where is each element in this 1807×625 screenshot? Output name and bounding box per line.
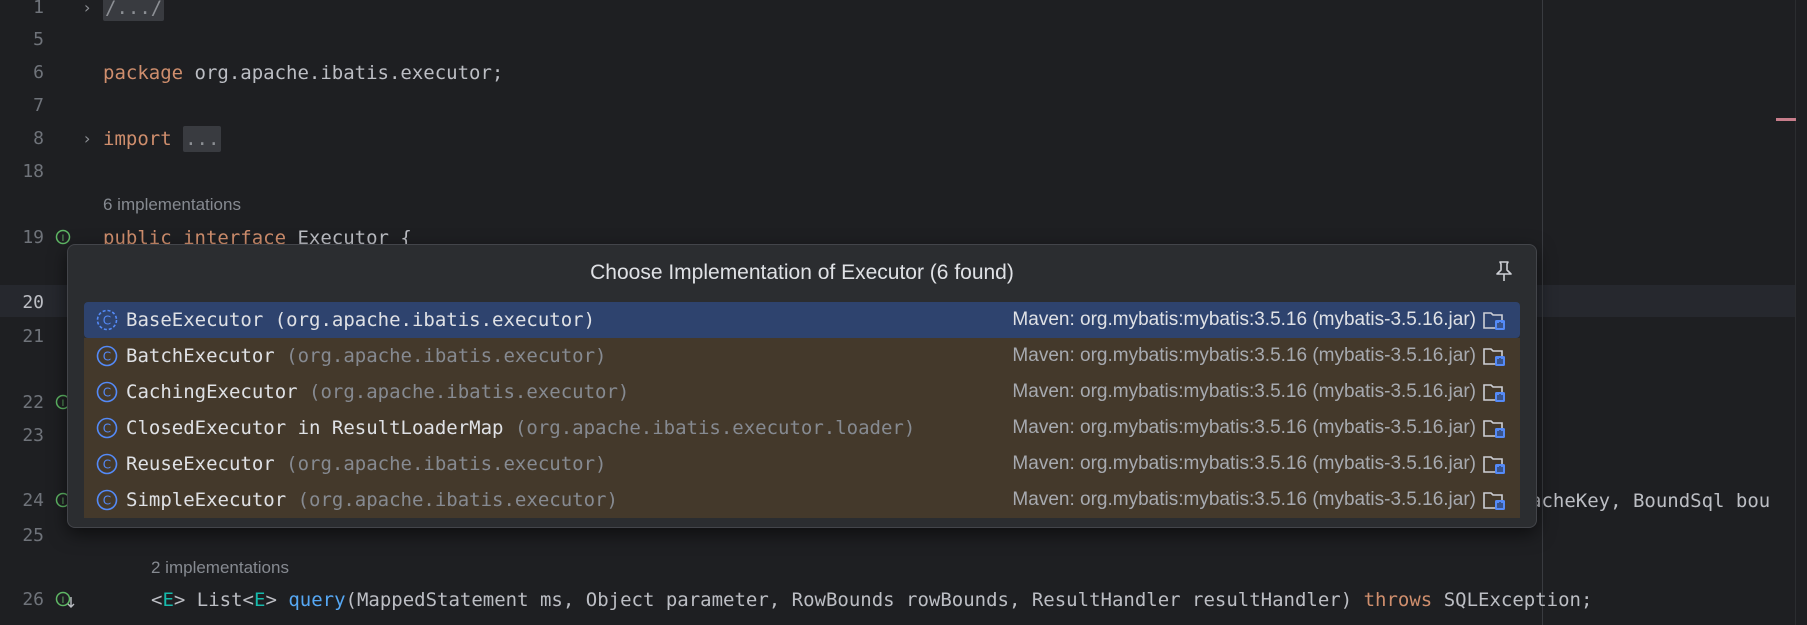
folded-region[interactable]: /.../ [103,0,165,21]
line-number: 23 [22,425,44,446]
jar-library-icon [1482,344,1508,368]
svg-text:C: C [103,422,111,436]
class-name: SimpleExecutor [126,489,287,511]
abstract-class-icon: C [96,309,118,331]
library-name: Maven: org.mybatis:mybatis:3.5.16 (mybat… [1012,381,1476,402]
list-item[interactable]: C BatchExecutor (org.apache.ibatis.execu… [84,338,1520,374]
class-name: CachingExecutor [126,381,298,403]
fold-expand-icon[interactable]: › [84,124,90,154]
library-name: Maven: org.mybatis:mybatis:3.5.16 (mybat… [1012,345,1476,366]
code-line[interactable]: 5 [0,25,1795,55]
code-text: org.apache.ibatis.executor; [183,62,504,84]
fold-expand-icon[interactable]: › [84,0,90,23]
keyword: throws [1363,589,1433,611]
line-number: 1 [33,0,44,18]
class-name: BaseExecutor [126,309,264,331]
library-name: Maven: org.mybatis:mybatis:3.5.16 (mybat… [1012,309,1476,330]
svg-text:C: C [103,350,111,364]
list-item[interactable]: C BaseExecutor (org.apache.ibatis.execut… [84,302,1520,338]
line-number: 19 [22,227,44,248]
list-item[interactable]: C ClosedExecutor in ResultLoaderMap (org… [84,410,1520,446]
code-line[interactable]: 1 › /.../ [0,0,1795,23]
list-item[interactable]: C SimpleExecutor (org.apache.ibatis.exec… [84,482,1520,518]
line-number: 22 [22,392,44,413]
svg-text:I: I [62,399,65,409]
package-name: (org.apache.ibatis.executor) [297,381,630,403]
svg-text:I: I [62,596,65,606]
line-number: 26 [22,589,44,610]
class-name: ReuseExecutor [126,453,275,475]
code-line[interactable]: 8 › import ... [0,124,1795,154]
line-number: 25 [22,525,44,546]
line-number: 5 [33,29,44,50]
package-name: (org.apache.ibatis.executor) [263,309,596,331]
implementation-list[interactable]: C BaseExecutor (org.apache.ibatis.execut… [84,302,1520,518]
library-name: Maven: org.mybatis:mybatis:3.5.16 (mybat… [1012,417,1476,438]
svg-text:C: C [103,386,111,400]
code-line[interactable]: 7 [0,91,1795,121]
package-name: (org.apache.ibatis.executor) [274,345,607,367]
keyword: package [103,62,184,84]
line-number: 21 [22,326,44,347]
code-text: acheKey, BoundSql bou [1530,490,1771,512]
type-parameter: E [162,589,174,611]
jar-library-icon [1482,308,1508,332]
list-item[interactable]: C ReuseExecutor (org.apache.ibatis.execu… [84,446,1520,482]
line-number: 20 [22,292,44,313]
code-line[interactable]: 6 package org.apache.ibatis.executor; [0,58,1795,88]
code-line[interactable]: 18 [0,157,1795,187]
implementations-hint[interactable]: 2 implementations [151,553,289,583]
svg-text:C: C [103,494,111,508]
class-icon: C [96,417,118,439]
method-name: query [288,589,346,611]
class-icon: C [96,453,118,475]
class-icon: C [96,381,118,403]
class-name: ClosedExecutor in ResultLoaderMap [126,417,504,439]
keyword: import [103,128,172,150]
line-number: 7 [33,95,44,116]
implemented-gutter-icon[interactable]: I [55,591,75,609]
line-number: 6 [33,62,44,83]
line-number: 8 [33,128,44,149]
list-item[interactable]: C CachingExecutor (org.apache.ibatis.exe… [84,374,1520,410]
vertical-scrollbar[interactable] [1795,0,1807,625]
popup-title: Choose Implementation of Executor (6 fou… [590,261,1014,284]
implementations-hint[interactable]: 6 implementations [103,190,241,220]
class-icon: C [96,345,118,367]
code-text: > List< [173,589,254,611]
line-number: 24 [22,490,44,511]
jar-library-icon [1482,452,1508,476]
code-line[interactable]: 26 I <E> List<E> query(MappedStatement m… [0,585,1795,615]
code-text: < [151,589,163,611]
library-name: Maven: org.mybatis:mybatis:3.5.16 (mybat… [1012,453,1476,474]
library-name: Maven: org.mybatis:mybatis:3.5.16 (mybat… [1012,489,1476,510]
folded-imports[interactable]: ... [183,126,222,152]
code-text: SQLException; [1432,589,1593,611]
svg-text:C: C [103,314,111,328]
code-text: (MappedStatement ms, Object parameter, R… [345,589,1364,611]
package-name: (org.apache.ibatis.executor) [274,453,607,475]
jar-library-icon [1482,380,1508,404]
package-name: (org.apache.ibatis.executor) [286,489,618,511]
code-text: > [265,589,289,611]
svg-text:C: C [103,458,111,472]
pin-icon[interactable] [1492,259,1516,285]
class-name: BatchExecutor [126,345,275,367]
svg-text:I: I [62,234,65,244]
jar-library-icon [1482,488,1508,512]
class-icon: C [96,489,118,511]
line-number: 18 [22,161,44,182]
jar-library-icon [1482,416,1508,440]
svg-text:I: I [62,497,65,507]
type-parameter: E [253,589,266,611]
package-name: (org.apache.ibatis.executor.loader) [503,417,916,439]
choose-implementation-popup[interactable]: Choose Implementation of Executor (6 fou… [67,244,1537,528]
